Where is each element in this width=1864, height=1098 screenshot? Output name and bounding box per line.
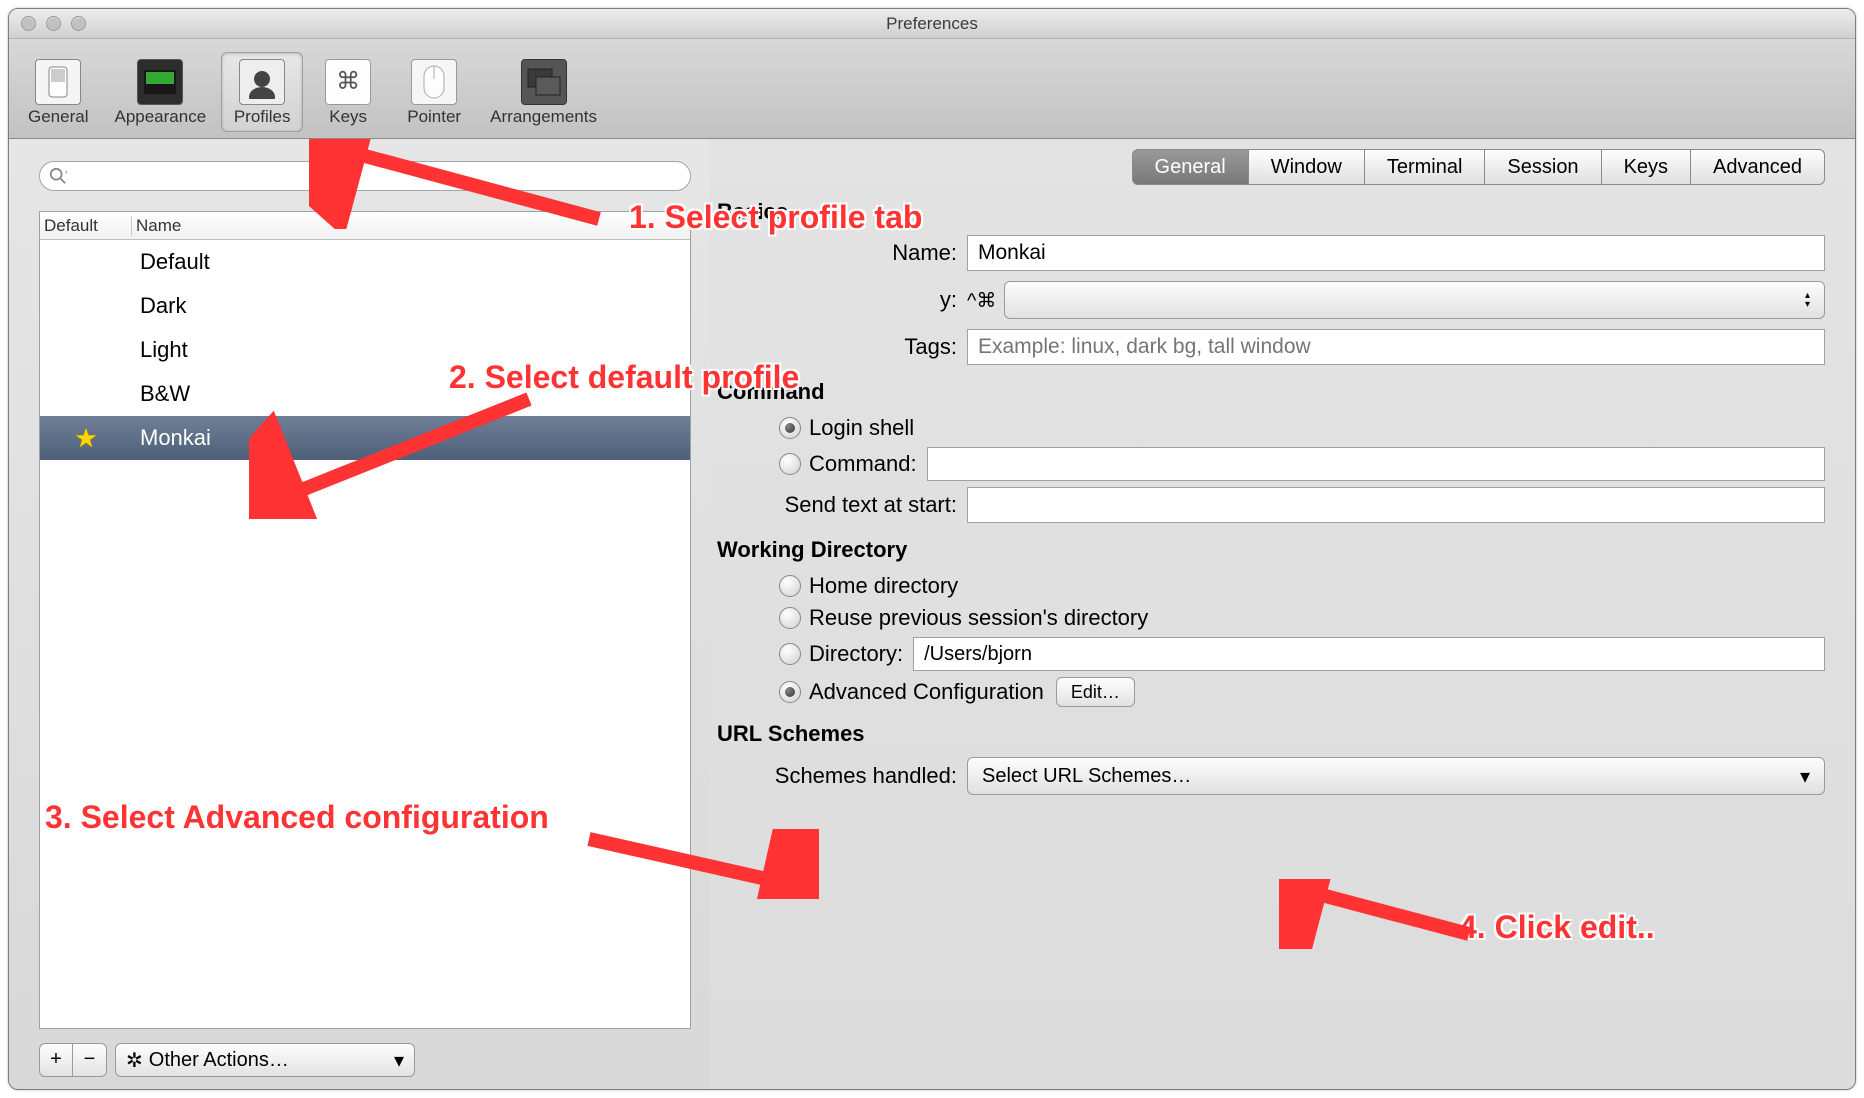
radio-advanced-config[interactable] bbox=[779, 681, 801, 703]
command-key-icon: ⌘ bbox=[325, 59, 371, 105]
tab-keys[interactable]: Keys bbox=[1602, 149, 1691, 185]
section-command: Command bbox=[717, 379, 1825, 405]
directory-input[interactable] bbox=[913, 637, 1825, 671]
radio-directory[interactable] bbox=[779, 643, 801, 665]
url-schemes-dropdown[interactable]: Select URL Schemes… ▾ bbox=[967, 757, 1825, 795]
monitor-icon bbox=[137, 59, 183, 105]
toolbar-keys-label: Keys bbox=[329, 107, 367, 127]
tab-terminal[interactable]: Terminal bbox=[1365, 149, 1486, 185]
list-item[interactable]: Light bbox=[40, 328, 690, 372]
profile-name: Dark bbox=[132, 293, 690, 319]
label-tags: Tags: bbox=[717, 334, 967, 360]
windows-stack-icon bbox=[521, 59, 567, 105]
radio-login-shell[interactable] bbox=[779, 417, 801, 439]
profile-actions-bar: + − ✲ Other Actions… ▾ bbox=[39, 1043, 691, 1077]
profile-list-header: Default Name bbox=[40, 212, 690, 240]
profile-name: B&W bbox=[132, 381, 690, 407]
radio-command[interactable] bbox=[779, 453, 801, 475]
profile-name-input[interactable] bbox=[967, 235, 1825, 271]
toolbar-general-label: General bbox=[28, 107, 88, 127]
section-basics: Basics bbox=[717, 199, 1825, 225]
profile-name: Light bbox=[132, 337, 690, 363]
search-icon bbox=[49, 167, 67, 185]
toolbar: General Appearance Profiles ⌘ Keys Point… bbox=[9, 39, 1855, 139]
edit-button[interactable]: Edit… bbox=[1056, 677, 1135, 707]
shortcut-prefix: ^⌘ bbox=[967, 288, 996, 313]
toolbar-appearance-label: Appearance bbox=[114, 107, 206, 127]
toolbar-keys[interactable]: ⌘ Keys bbox=[307, 52, 389, 132]
section-url-schemes: URL Schemes bbox=[717, 721, 1825, 747]
tab-session[interactable]: Session bbox=[1485, 149, 1601, 185]
shortcut-dropdown[interactable]: ▴▾ bbox=[1004, 281, 1825, 319]
list-item[interactable]: ★ Monkai bbox=[40, 416, 690, 460]
tab-advanced[interactable]: Advanced bbox=[1691, 149, 1825, 185]
url-schemes-value: Select URL Schemes… bbox=[982, 765, 1191, 788]
preferences-window: Preferences General Appearance Profiles … bbox=[8, 8, 1856, 1090]
label-login-shell: Login shell bbox=[809, 415, 914, 441]
label-reuse-dir: Reuse previous session's directory bbox=[809, 605, 1148, 631]
toolbar-appearance[interactable]: Appearance bbox=[103, 52, 217, 132]
radio-home-dir[interactable] bbox=[779, 575, 801, 597]
close-icon[interactable] bbox=[21, 16, 36, 31]
zoom-icon[interactable] bbox=[71, 16, 86, 31]
toolbar-pointer[interactable]: Pointer bbox=[393, 52, 475, 132]
label-name: Name: bbox=[717, 240, 967, 266]
label-shortcut: y: bbox=[717, 287, 967, 313]
radio-reuse-dir[interactable] bbox=[779, 607, 801, 629]
profile-list: Default Name Default Dark Light B& bbox=[39, 211, 691, 1029]
toolbar-profiles[interactable]: Profiles bbox=[221, 52, 303, 132]
toolbar-arrangements[interactable]: Arrangements bbox=[479, 52, 608, 132]
window-title: Preferences bbox=[886, 14, 978, 33]
other-actions-menu[interactable]: ✲ Other Actions… ▾ bbox=[115, 1043, 415, 1077]
mouse-icon bbox=[411, 59, 457, 105]
profile-name: Monkai bbox=[132, 425, 690, 451]
list-item[interactable]: Default bbox=[40, 240, 690, 284]
label-directory: Directory: bbox=[809, 641, 903, 667]
label-command: Command: bbox=[809, 451, 917, 477]
profile-subtabs: General Colors Text Window Terminal Sess… bbox=[717, 149, 1825, 185]
tags-input[interactable] bbox=[967, 329, 1825, 365]
toolbar-general[interactable]: General bbox=[17, 52, 99, 132]
send-text-input[interactable] bbox=[967, 487, 1825, 523]
search-input[interactable] bbox=[39, 161, 691, 191]
label-send-text: Send text at start: bbox=[717, 492, 967, 518]
default-star-icon: ★ bbox=[74, 423, 97, 454]
section-working-dir: Working Directory bbox=[717, 537, 1825, 563]
label-advanced-config: Advanced Configuration bbox=[809, 679, 1044, 705]
label-home-dir: Home directory bbox=[809, 573, 958, 599]
other-actions-label: Other Actions… bbox=[149, 1049, 289, 1072]
tab-window[interactable]: Window bbox=[1249, 149, 1365, 185]
stepper-icon: ▴▾ bbox=[1805, 291, 1810, 309]
list-item[interactable]: B&W bbox=[40, 372, 690, 416]
list-item[interactable]: Dark bbox=[40, 284, 690, 328]
tab-general[interactable]: General bbox=[1132, 149, 1249, 185]
toolbar-profiles-label: Profiles bbox=[234, 107, 291, 127]
profile-settings-panel: General Colors Text Window Terminal Sess… bbox=[709, 139, 1855, 1089]
gear-icon: ✲ bbox=[126, 1048, 143, 1073]
toolbar-pointer-label: Pointer bbox=[407, 107, 461, 127]
minimize-icon[interactable] bbox=[46, 16, 61, 31]
toolbar-arrangements-label: Arrangements bbox=[490, 107, 597, 127]
profile-name: Default bbox=[132, 249, 690, 275]
column-name[interactable]: Name bbox=[132, 216, 690, 236]
column-default[interactable]: Default bbox=[40, 216, 132, 236]
add-profile-button[interactable]: + bbox=[39, 1043, 73, 1077]
command-input[interactable] bbox=[927, 447, 1825, 481]
switch-icon bbox=[35, 59, 81, 105]
profiles-sidebar: Default Name Default Dark Light B& bbox=[9, 139, 709, 1089]
remove-profile-button[interactable]: − bbox=[73, 1043, 107, 1077]
content-area: Default Name Default Dark Light B& bbox=[9, 139, 1855, 1089]
window-controls[interactable] bbox=[21, 16, 86, 31]
chevron-down-icon: ▾ bbox=[1800, 764, 1810, 789]
label-schemes-handled: Schemes handled: bbox=[717, 763, 967, 789]
titlebar: Preferences bbox=[9, 9, 1855, 39]
profile-silhouette-icon bbox=[239, 59, 285, 105]
chevron-down-icon: ▾ bbox=[394, 1048, 404, 1073]
